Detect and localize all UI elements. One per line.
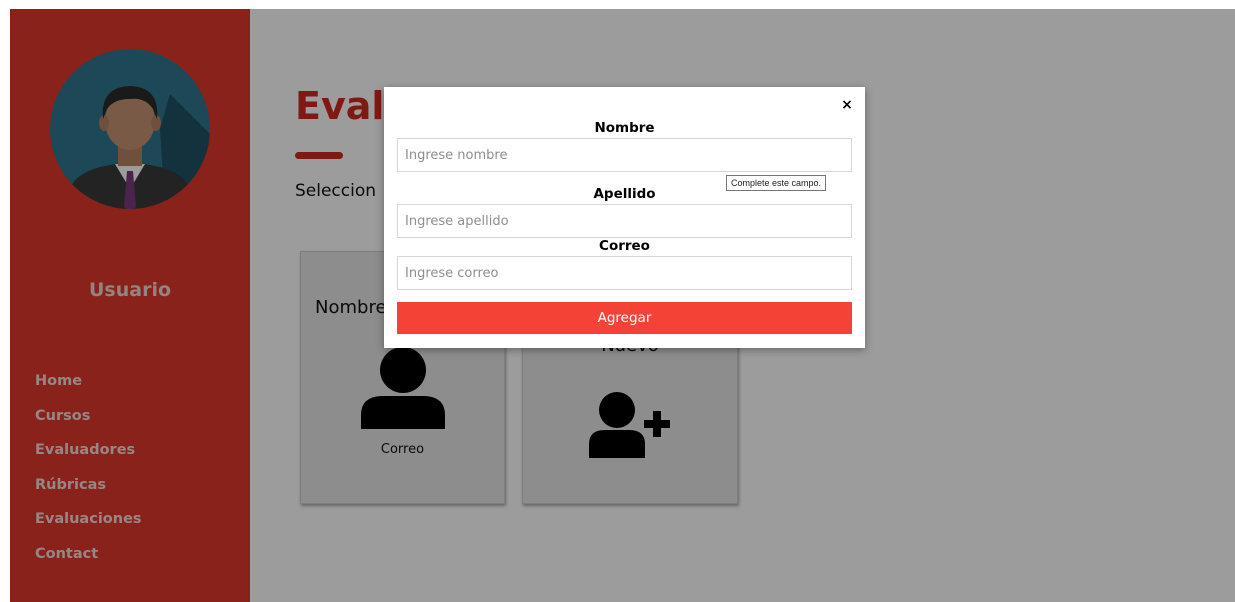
agregar-button[interactable]: Agregar bbox=[397, 302, 852, 334]
nombre-label: Nombre bbox=[594, 120, 655, 136]
app-window: Usuario Home Cursos Evaluadores Rúbricas… bbox=[10, 9, 1235, 602]
correo-label: Correo bbox=[599, 238, 650, 254]
correo-input[interactable] bbox=[397, 256, 852, 290]
nombre-input[interactable] bbox=[397, 138, 852, 172]
validation-tooltip: Complete este campo. bbox=[726, 175, 827, 191]
add-evaluator-modal: × Nombre Apellido Correo Agregar Complet… bbox=[384, 87, 865, 348]
apellido-input[interactable] bbox=[397, 204, 852, 238]
close-button[interactable]: × bbox=[839, 97, 855, 113]
